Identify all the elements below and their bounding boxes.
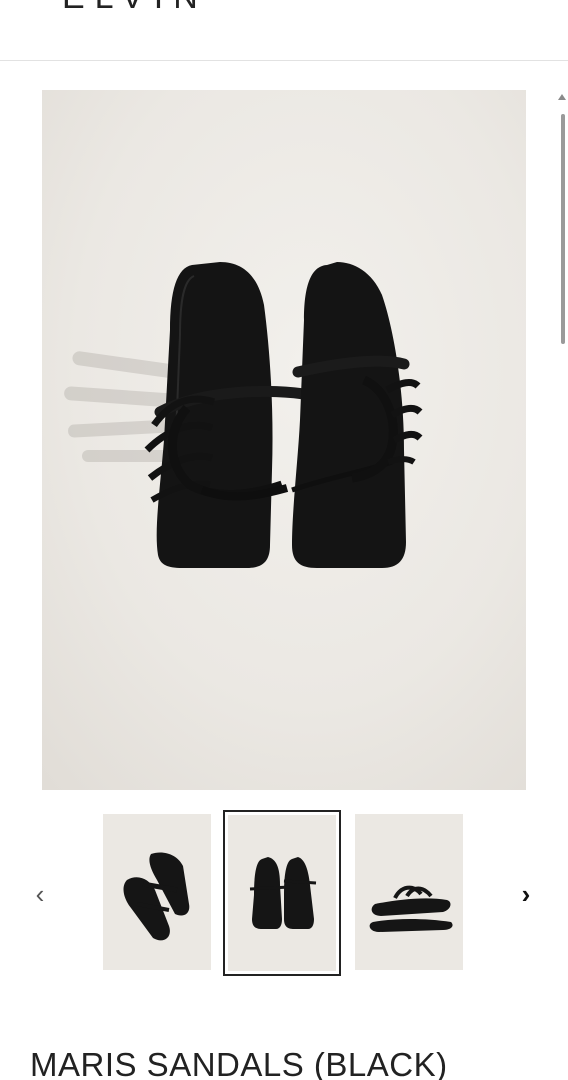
thumbnail-2-selected[interactable] [223,810,341,976]
thumbnail-image [228,815,336,971]
chevron-left-icon[interactable]: ‹ [28,879,52,909]
main-product-image[interactable] [42,90,526,790]
thumbnail-image [355,814,463,970]
chevron-right-icon[interactable]: › [514,879,538,909]
product-title: MARIS SANDALS (BLACK) [30,1046,448,1080]
sandals-photo [42,90,526,790]
thumbnail-1[interactable] [103,814,211,970]
thumbnail-image [103,814,211,970]
thumbnail-3[interactable] [355,814,463,970]
scrollbar-thumb[interactable] [561,114,565,344]
brand-logo[interactable]: ELVIN [62,0,208,17]
scroll-up-icon[interactable] [558,94,566,100]
thumbnail-gallery: ‹ › [0,810,568,976]
product-page: ELVIN [0,0,568,1080]
site-header: ELVIN [0,0,568,61]
